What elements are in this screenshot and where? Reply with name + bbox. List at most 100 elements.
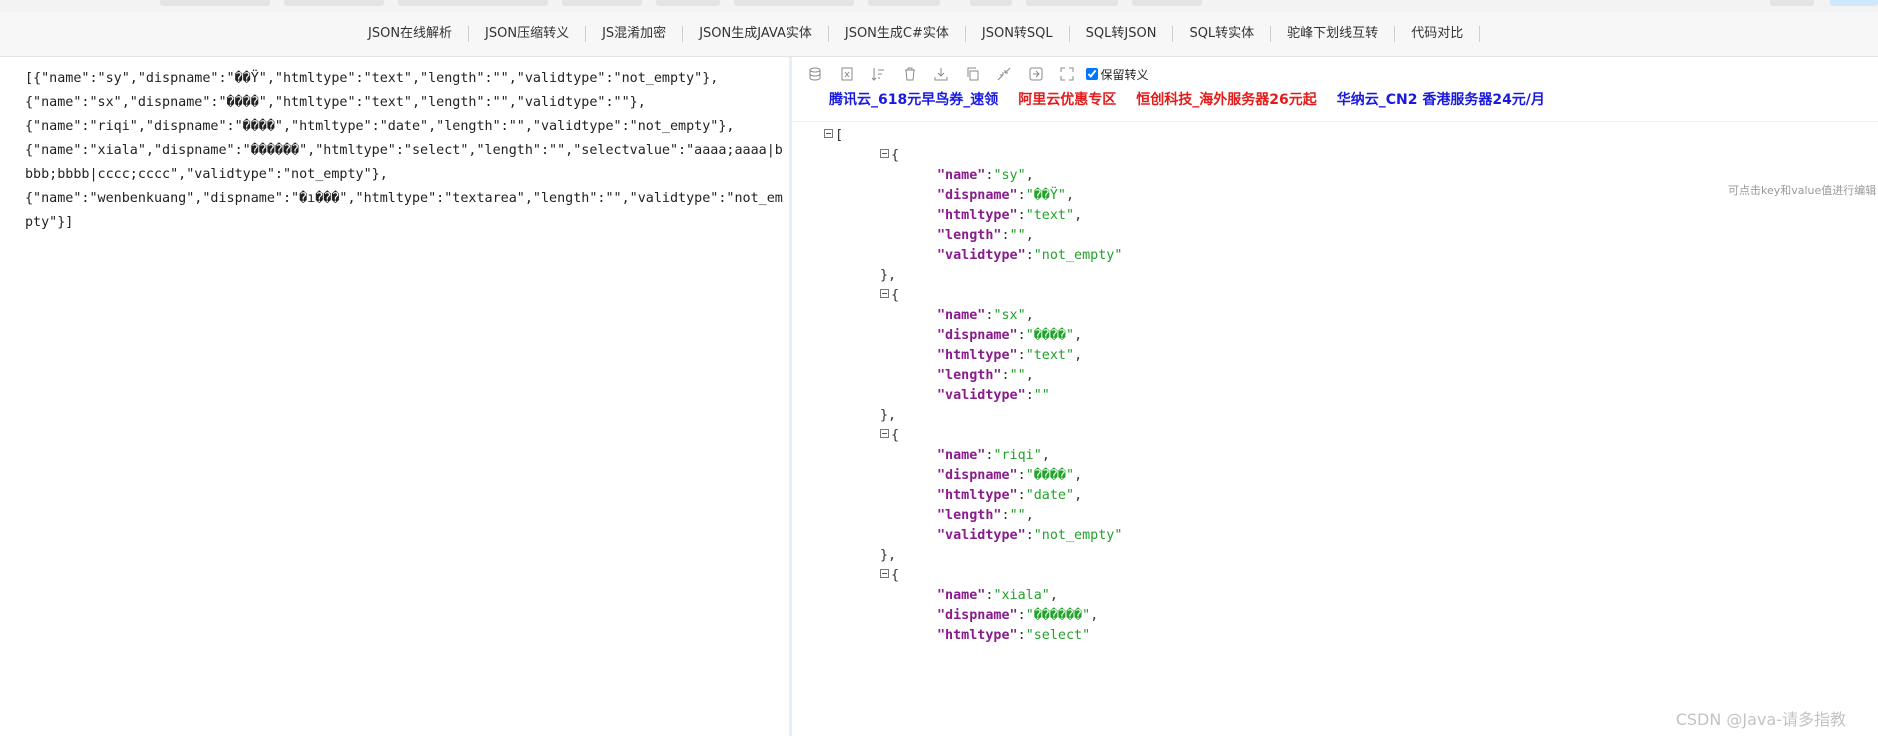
nav-item[interactable]: JSON生成C#实体 [829,26,966,42]
tree-key[interactable]: "validtype" [937,248,1026,263]
database-icon[interactable] [806,65,824,83]
nav-item[interactable]: JS混淆加密 [586,26,684,42]
tree-value[interactable]: "sx" [993,308,1025,323]
json-tree-view[interactable]: [{"name":"sy", "dispname":"��Ÿ", "htmltype… [792,121,1878,737]
tree-value[interactable]: "" [1010,368,1026,383]
comma: , [1025,168,1034,183]
comma: , [1025,508,1034,523]
tree-key[interactable]: "dispname" [937,188,1018,203]
keep-escape-checkbox[interactable]: 保留转义 [1085,66,1149,83]
tree-value[interactable]: "text" [1026,208,1074,223]
tree-key[interactable]: "htmltype" [937,348,1018,363]
colon: : [1017,188,1026,203]
json-input-pane[interactable]: [{"name":"sy","dispname":"��Ÿ","htmltype… [0,57,792,736]
tree-key[interactable]: "dispname" [937,608,1018,623]
copy-icon[interactable] [964,65,982,83]
csdn-watermark: CSDN @Java-请多指教 [1675,710,1846,729]
tree-value[interactable]: "text" [1026,348,1074,363]
json-tree-pane: 保留转义 腾讯云_618元早鸟券_速领 阿里云优惠专区 恒创科技_海外服务器26元起… [792,57,1878,736]
tree-value[interactable]: "" [1034,388,1050,403]
tree-value[interactable]: "sy" [993,168,1025,183]
object-open-brace: { [891,148,900,163]
excel-icon[interactable] [838,65,856,83]
tree-key[interactable]: "dispname" [937,328,1018,343]
tree-kv-line: "validtype":"not_empty" [937,524,1122,548]
tree-key[interactable]: "name" [937,308,985,323]
top-tab-placeholder [656,0,720,6]
top-tab-placeholder [562,0,642,6]
tree-key[interactable]: "htmltype" [937,628,1018,643]
top-tab-placeholder [734,0,854,6]
json-input-text[interactable]: [{"name":"sy","dispname":"��Ÿ","htmltype… [25,67,785,235]
nav-item[interactable]: JSON生成JAVA实体 [683,26,829,42]
tree-value[interactable]: "not_empty" [1034,248,1123,263]
tree-value[interactable]: "riqi" [993,448,1041,463]
nav-item[interactable]: 驼峰下划线互转 [1271,26,1396,42]
tree-value[interactable]: "" [1010,228,1026,243]
colon: : [1017,348,1026,363]
tree-toolbar: 保留转义 [806,65,1149,83]
tool-nav-list: JSON在线解析 JSON压缩转义 JS混淆加密 JSON生成JAVA实体 JSON生成… [352,12,1481,56]
tree-kv-line: "htmltype":"select" [937,624,1090,648]
compress-icon[interactable] [995,65,1013,83]
ad-link[interactable]: 腾讯云_618元早鸟券_速领 [829,89,998,109]
collapse-icon[interactable] [880,148,889,158]
tree-key[interactable]: "dispname" [937,468,1018,483]
nav-item[interactable]: SQL转JSON [1070,26,1174,42]
fullscreen-icon[interactable] [1058,65,1076,83]
tree-value[interactable]: "not_empty" [1034,528,1123,543]
tree-key[interactable]: "validtype" [937,528,1026,543]
tool-nav-bar: JSON在线解析 JSON压缩转义 JS混淆加密 JSON生成JAVA实体 JSON生成… [0,12,1878,57]
tree-key[interactable]: "name" [937,588,985,603]
ad-links: 腾讯云_618元早鸟券_速领 阿里云优惠专区 恒创科技_海外服务器26元起 华纳云_C… [829,89,1565,109]
tree-key[interactable]: "htmltype" [937,208,1018,223]
tree-value[interactable]: "" [1010,508,1026,523]
tree-value[interactable]: "����" [1026,328,1074,343]
tree-object-line: { [880,564,899,588]
tree-kv-line: "validtype":"not_empty" [937,244,1122,268]
trash-icon[interactable] [901,65,919,83]
tree-object-line: { [880,284,899,308]
colon: : [1001,368,1010,383]
collapse-icon[interactable] [880,568,889,578]
ad-link[interactable]: 阿里云优惠专区 [1018,89,1116,109]
tree-key[interactable]: "length" [937,368,1002,383]
object-close-brace: }, [880,268,897,283]
ad-link[interactable]: 恒创科技_海外服务器26元起 [1136,89,1316,109]
tree-value[interactable]: "select" [1026,628,1091,643]
nav-item[interactable]: SQL转实体 [1173,26,1272,42]
tree-key[interactable]: "validtype" [937,388,1026,403]
collapse-icon[interactable] [880,288,889,298]
download-icon[interactable] [932,65,950,83]
tree-key[interactable]: "length" [937,228,1002,243]
collapse-icon[interactable] [824,128,833,138]
nav-item[interactable]: JSON在线解析 [352,26,470,42]
tree-value[interactable]: "������" [1026,608,1091,623]
nav-item[interactable]: JSON转SQL [966,26,1070,42]
tree-array-line: [ [824,124,843,148]
colon: : [1001,508,1010,523]
nav-item[interactable]: 代码对比 [1395,26,1481,42]
top-tab-placeholder [398,0,548,6]
tree-key[interactable]: "name" [937,448,985,463]
nav-item[interactable]: JSON压缩转义 [469,26,587,42]
ad-link[interactable]: 华纳云_CN2 香港服务器24元/月 [1337,89,1545,109]
sort-icon[interactable] [869,65,887,83]
colon: : [1001,228,1010,243]
top-tab-placeholder [284,0,384,6]
tree-key[interactable]: "htmltype" [937,488,1018,503]
collapse-icon[interactable] [880,428,889,438]
object-close-brace: }, [880,408,897,423]
colon: : [1025,388,1034,403]
colon: : [1025,528,1034,543]
share-icon[interactable] [1027,65,1045,83]
tree-value[interactable]: "��Ÿ" [1026,188,1066,203]
colon: : [1017,488,1026,503]
tree-value[interactable]: "����" [1026,468,1074,483]
top-tab-placeholder [970,0,1012,6]
tree-value[interactable]: "date" [1026,488,1074,503]
tree-value[interactable]: "xiala" [993,588,1049,603]
tree-key[interactable]: "name" [937,168,985,183]
tree-key[interactable]: "length" [937,508,1002,523]
keep-escape-checkbox-input[interactable] [1085,68,1098,80]
